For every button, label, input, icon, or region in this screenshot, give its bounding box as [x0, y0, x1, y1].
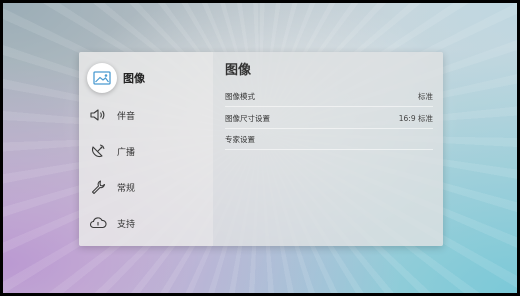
setting-label: 图像模式: [225, 91, 255, 101]
setting-row-picture-size[interactable]: 图像尺寸设置 16:9 标准: [225, 108, 433, 129]
sidebar-item-broadcast[interactable]: 广播: [87, 135, 135, 167]
speaker-icon: [87, 104, 109, 126]
wrench-icon: [87, 176, 109, 198]
sidebar-item-sound[interactable]: 伴音: [87, 99, 135, 131]
setting-value: 标准: [418, 91, 433, 101]
sidebar-item-picture[interactable]: 图像: [87, 62, 145, 94]
setting-label: 专家设置: [225, 134, 255, 144]
cloud-support-icon: [87, 212, 109, 234]
sidebar-item-label: 支持: [117, 219, 136, 230]
satellite-dish-icon: [87, 140, 109, 162]
sidebar-item-label: 广播: [117, 147, 136, 158]
settings-panel: 图像 伴音 广播 常规 支持 图像 图像模式 标准 图像尺寸设置 16:9 标准…: [79, 52, 443, 246]
sidebar-item-general[interactable]: 常规: [87, 171, 135, 203]
setting-value: 16:9 标准: [398, 113, 433, 123]
sidebar-item-label: 伴音: [117, 111, 136, 122]
picture-icon: [87, 63, 117, 93]
setting-row-picture-mode[interactable]: 图像模式 标准: [225, 86, 433, 107]
tv-screen: 图像 伴音 广播 常规 支持 图像 图像模式 标准 图像尺寸设置 16:9 标准…: [3, 3, 517, 293]
page-title: 图像: [225, 63, 252, 78]
setting-row-expert-settings[interactable]: 专家设置: [225, 129, 433, 150]
sidebar-item-label: 常规: [117, 183, 136, 194]
sidebar-item-support[interactable]: 支持: [87, 207, 135, 239]
settings-sidebar: 图像 伴音 广播 常规 支持: [79, 52, 213, 246]
settings-content: 图像 图像模式 标准 图像尺寸设置 16:9 标准 专家设置: [213, 52, 443, 246]
sidebar-item-label: 图像: [123, 72, 145, 85]
setting-label: 图像尺寸设置: [225, 113, 270, 123]
